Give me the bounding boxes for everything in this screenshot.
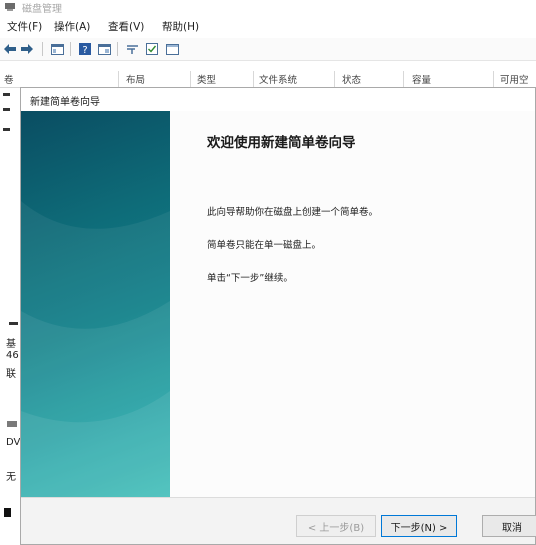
disk-label: 基 [6,339,16,350]
column-divider [403,71,404,87]
volume-row-marker [3,128,10,131]
console-tree-icon[interactable] [49,41,65,57]
column-status[interactable]: 状态 [342,72,361,86]
toolbar-separator [70,42,71,56]
column-divider [118,71,119,87]
column-divider [190,71,191,87]
wizard-heading: 欢迎使用新建简单卷向导 [207,135,356,151]
disk-management-icon [5,3,15,11]
wizard-title: 新建简单卷向导 [30,97,100,108]
forward-arrow-icon[interactable] [20,41,34,57]
menu-file[interactable]: 文件(F) [7,19,42,34]
window-title: 磁盘管理 [22,4,62,15]
menu-help[interactable]: 帮助(H) [162,19,199,34]
title-bar [0,0,536,16]
help-icon[interactable]: ? [77,41,93,57]
volume-row-marker [3,93,10,96]
column-type[interactable]: 类型 [197,72,216,86]
column-filesystem[interactable]: 文件系统 [259,72,297,86]
banner-wave-decoration [21,201,170,497]
svg-text:?: ? [82,45,87,55]
column-divider [253,71,254,87]
properties-icon[interactable] [96,41,112,57]
toolbar-separator [42,42,43,56]
disk-status: 联 [6,369,16,380]
cancel-button[interactable]: 取消 [482,515,536,537]
no-media-label: 无 [6,472,16,483]
column-divider [334,71,335,87]
column-layout[interactable]: 布局 [126,72,145,86]
checklist-icon[interactable] [144,41,160,57]
toolbar-separator [117,42,118,56]
rescan-icon[interactable] [124,41,140,57]
back-arrow-icon[interactable] [3,41,17,57]
dvd-label: DV [6,437,21,448]
back-button[interactable]: < 上一步(B) [296,515,376,537]
window-icon[interactable] [164,41,180,57]
volume-row-marker [3,108,10,111]
disk-row-marker [9,322,18,325]
menu-action[interactable]: 操作(A) [54,19,90,34]
wizard-paragraph: 简单卷只能在单一磁盘上。 [207,240,322,251]
wizard-content-panel [170,111,535,497]
column-free-space[interactable]: 可用空 [500,72,529,86]
legend-swatch [4,508,11,517]
next-button[interactable]: 下一步(N) > [381,515,457,537]
dvd-drive-icon [7,421,17,427]
wizard-side-banner [21,111,170,497]
column-capacity[interactable]: 容量 [412,72,431,86]
wizard-paragraph: 此向导帮助你在磁盘上创建一个简单卷。 [207,207,379,218]
wizard-paragraph: 单击“下一步”继续。 [207,273,293,284]
wizard-footer [21,498,535,544]
column-volume[interactable]: 卷 [4,72,14,86]
disk-size: 46 [6,350,19,361]
menu-view[interactable]: 查看(V) [108,19,144,34]
column-divider [493,71,494,87]
